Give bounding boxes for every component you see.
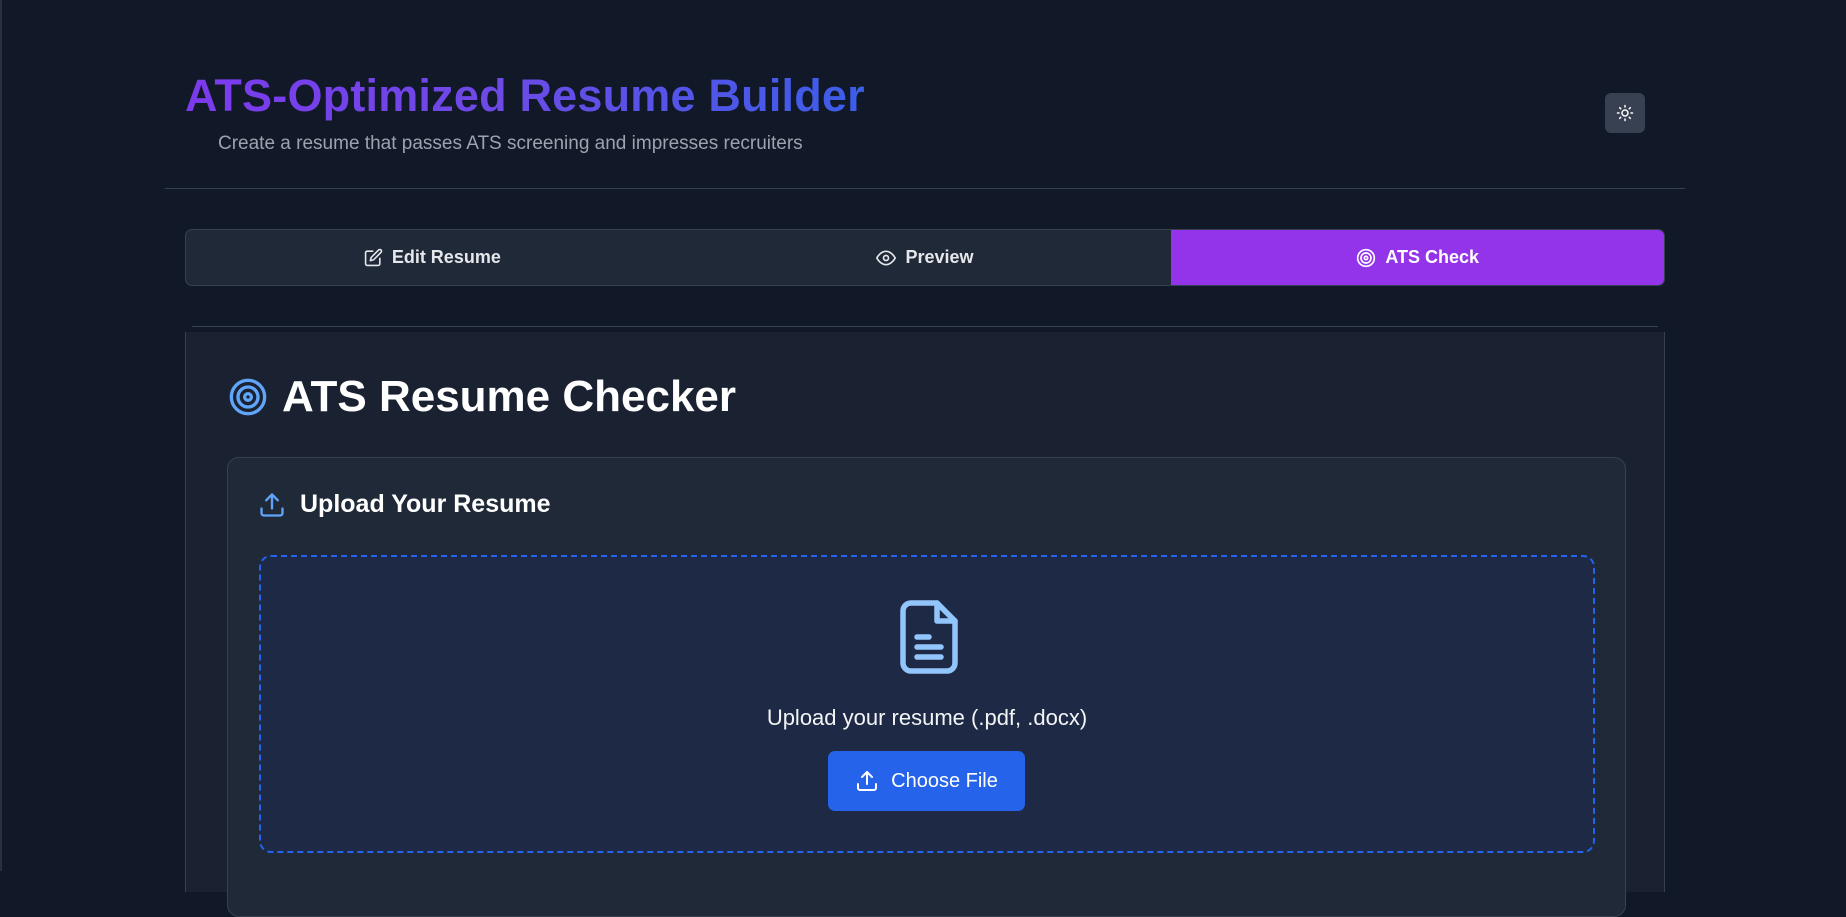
file-dropzone[interactable]: Upload your resume (.pdf, .docx) Choose … — [259, 555, 1595, 853]
dropzone-text: Upload your resume (.pdf, .docx) — [766, 705, 1088, 730]
sun-icon — [1616, 104, 1634, 122]
content-divider — [192, 326, 1658, 327]
window-edge — [0, 0, 2, 871]
eye-icon — [876, 250, 897, 265]
document-icon — [900, 600, 958, 674]
page-subtitle: Create a resume that passes ATS screenin… — [218, 133, 803, 154]
main-tabs: Edit Resume Preview ATS Check — [185, 229, 1665, 286]
upload-card: Upload Your Resume Upload your resume (.… — [227, 457, 1626, 917]
checker-title: ATS Resume Checker — [282, 372, 737, 421]
ats-checker-panel: ATS Resume Checker Upload Your Resume Up… — [185, 332, 1665, 917]
tab-ats-check[interactable]: ATS Check — [1171, 230, 1664, 285]
theme-toggle-button[interactable] — [1605, 93, 1645, 133]
upload-heading: Upload Your Resume — [258, 490, 551, 519]
tab-label: ATS Check — [1385, 247, 1480, 267]
page-title: ATS-Optimized Resume Builder — [185, 70, 865, 121]
target-icon — [229, 378, 267, 416]
target-icon — [1357, 248, 1376, 267]
tab-label: Preview — [905, 247, 974, 267]
tab-preview[interactable]: Preview — [679, 230, 1172, 285]
upload-icon — [260, 492, 284, 517]
edit-icon — [364, 248, 383, 267]
checker-heading: ATS Resume Checker — [228, 372, 736, 422]
tab-label: Edit Resume — [391, 247, 501, 267]
upload-icon — [857, 771, 878, 791]
upload-title: Upload Your Resume — [300, 490, 551, 518]
choose-file-label: Choose File — [891, 769, 998, 792]
tab-edit-resume[interactable]: Edit Resume — [186, 230, 679, 285]
choose-file-button[interactable]: Choose File — [828, 751, 1025, 811]
page-header: ATS-Optimized Resume Builder Create a re… — [165, 0, 1685, 189]
app-container: ATS-Optimized Resume Builder Create a re… — [165, 0, 1685, 917]
